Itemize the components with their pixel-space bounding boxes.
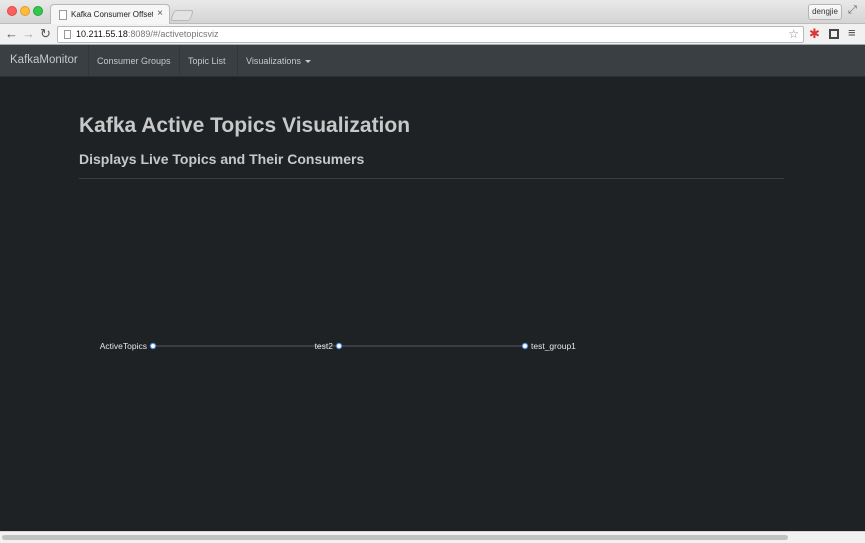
new-tab-button[interactable] bbox=[169, 10, 195, 21]
brand-link[interactable]: KafkaMonitor bbox=[10, 54, 78, 66]
horizontal-scrollbar[interactable] bbox=[0, 531, 865, 543]
tree-node[interactable]: ActiveTopics bbox=[100, 341, 157, 351]
tab-title: Kafka Consumer Offset Mo bbox=[71, 10, 153, 19]
caret-down-icon bbox=[304, 60, 311, 64]
header-divider bbox=[79, 178, 784, 179]
browser-titlebar: Kafka Consumer Offset Mo × dengjie ⤢ bbox=[0, 0, 865, 24]
browser-tab[interactable]: Kafka Consumer Offset Mo × bbox=[50, 4, 170, 24]
profile-button[interactable]: dengjie bbox=[808, 4, 842, 20]
page-title: Kafka Active Topics Visualization bbox=[79, 114, 411, 137]
browser-toolbar: ← → ↻ 10.211.55.18:8089/#/activetopicsvi… bbox=[0, 24, 865, 45]
nav-consumer-groups[interactable]: Consumer Groups bbox=[88, 45, 179, 77]
tab-close-icon[interactable]: × bbox=[157, 8, 163, 19]
hamburger-menu-icon[interactable]: ≡ bbox=[848, 25, 856, 40]
page-icon bbox=[59, 10, 67, 20]
tree-node-label: ActiveTopics bbox=[100, 341, 147, 351]
tree-node[interactable]: test2 bbox=[315, 341, 343, 351]
reload-icon[interactable]: ↻ bbox=[40, 26, 51, 42]
page-icon bbox=[64, 30, 71, 39]
arrow-left-icon[interactable]: ← bbox=[5, 26, 18, 42]
extension-icon[interactable]: ✱ bbox=[809, 26, 820, 42]
tree-node-circle[interactable] bbox=[521, 342, 529, 350]
window-minimize-icon[interactable] bbox=[20, 6, 30, 16]
scrollbar-thumb[interactable] bbox=[2, 535, 788, 540]
qr-extension-icon[interactable] bbox=[829, 29, 839, 39]
nav-visualizations-label: Visualizations bbox=[246, 56, 301, 66]
window-close-icon[interactable] bbox=[7, 6, 17, 16]
tree-node[interactable]: test_group1 bbox=[521, 341, 576, 351]
fullscreen-icon[interactable]: ⤢ bbox=[848, 4, 857, 17]
address-bar[interactable]: 10.211.55.18:8089/#/activetopicsviz ☆ bbox=[57, 26, 804, 43]
nav-visualizations[interactable]: Visualizations bbox=[237, 45, 319, 77]
nav-topic-list[interactable]: Topic List bbox=[179, 45, 234, 77]
star-icon[interactable]: ☆ bbox=[788, 27, 799, 41]
tree-node-label: test_group1 bbox=[531, 341, 576, 351]
tree-node-circle[interactable] bbox=[149, 342, 157, 350]
window-maximize-icon[interactable] bbox=[33, 6, 43, 16]
tree-node-circle[interactable] bbox=[335, 342, 343, 350]
tree-node-label: test2 bbox=[315, 341, 334, 351]
arrow-right-icon[interactable]: → bbox=[22, 26, 35, 42]
url-text[interactable]: 10.211.55.18:8089/#/activetopicsviz bbox=[76, 29, 218, 39]
app-navbar: KafkaMonitor Consumer Groups Topic List … bbox=[0, 45, 865, 77]
page-subtitle: Displays Live Topics and Their Consumers bbox=[79, 151, 365, 167]
active-topics-tree: ActiveTopics test2 test_group1 bbox=[100, 341, 576, 351]
